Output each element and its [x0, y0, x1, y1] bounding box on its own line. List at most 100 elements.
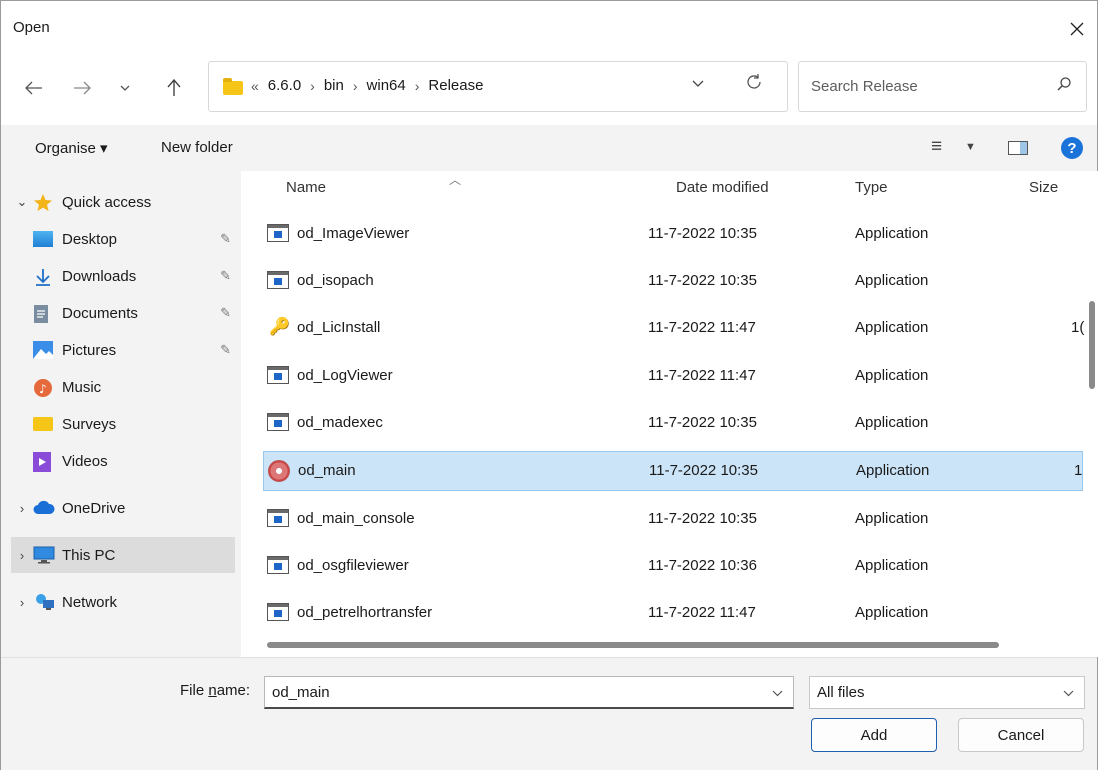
chevron-down-icon[interactable]: ⌄ [11, 194, 33, 210]
help-icon[interactable]: ? [1061, 137, 1083, 159]
file-name: od_ImageViewer [297, 225, 410, 242]
breadcrumb-separator[interactable]: › [353, 78, 358, 94]
chevron-right-icon[interactable]: › [11, 548, 33, 563]
file-row[interactable]: od_osgfileviewer 11-7-2022 10:36 Applica… [263, 547, 1083, 587]
sort-ascending-icon: ︿ [449, 173, 462, 187]
title-bar: Open [1, 1, 1097, 57]
app-window-icon [267, 224, 289, 242]
sidebar-item-desktop[interactable]: Desktop ✎ [11, 221, 235, 257]
sidebar-item-this-pc[interactable]: › This PC [11, 537, 235, 573]
file-name: od_main_console [297, 510, 415, 527]
chevron-down-icon[interactable] [1063, 686, 1074, 700]
sidebar-item-label: Quick access [62, 193, 152, 211]
app-window-icon [267, 271, 289, 289]
file-date: 11-7-2022 10:35 [648, 510, 757, 527]
file-row[interactable]: od_madexec 11-7-2022 10:35 Application [263, 404, 1083, 444]
file-date: 11-7-2022 10:35 [648, 414, 757, 431]
breadcrumb-separator[interactable]: › [415, 78, 420, 94]
file-name-label: File name: [180, 682, 251, 699]
column-header-type[interactable]: Type [855, 179, 888, 196]
breadcrumb-separator[interactable]: › [310, 78, 315, 94]
file-type: Application [855, 367, 929, 384]
preview-pane-icon[interactable] [1008, 141, 1028, 155]
command-bar: Organise ▾ New folder ≡ ▼ ? [1, 125, 1097, 171]
file-type: Application [855, 272, 929, 289]
file-name: od_petrelhortransfer [297, 604, 433, 621]
back-button[interactable] [17, 71, 51, 105]
star-icon [33, 193, 53, 211]
sidebar-item-pictures[interactable]: Pictures ✎ [11, 332, 235, 368]
column-header-name[interactable]: Name [286, 179, 326, 196]
horizontal-scrollbar[interactable] [267, 642, 999, 648]
breadcrumb-item[interactable]: 6.6.0 [268, 77, 301, 94]
cancel-button[interactable]: Cancel [958, 718, 1084, 752]
sidebar-item-network[interactable]: › Network [11, 584, 235, 620]
file-row[interactable]: 🔑 od_LicInstall 11-7-2022 11:47 Applicat… [263, 309, 1084, 349]
chevron-right-icon[interactable]: › [11, 501, 33, 516]
address-bar[interactable]: « 6.6.0 › bin › win64 › Release [208, 61, 788, 112]
file-date: 11-7-2022 11:47 [648, 604, 756, 621]
file-name: od_LicInstall [297, 319, 381, 336]
breadcrumb-overflow[interactable]: « [251, 78, 259, 94]
file-row[interactable]: od_ImageViewer 11-7-2022 10:35 Applicati… [263, 215, 1083, 255]
breadcrumb-item[interactable]: win64 [367, 77, 406, 94]
file-date: 11-7-2022 10:36 [648, 557, 757, 574]
app-window-icon [267, 509, 289, 527]
sidebar-item-videos[interactable]: Videos [11, 443, 235, 479]
sidebar-item-label: Desktop [62, 230, 118, 248]
file-row[interactable]: od_petrelhortransfer 11-7-2022 11:47 App… [263, 594, 1083, 634]
back-arrow-icon [25, 81, 42, 95]
file-row-selected[interactable]: od_main 11-7-2022 10:35 Application 1 [263, 451, 1083, 491]
sidebar-item-downloads[interactable]: Downloads ✎ [11, 258, 235, 294]
file-name-field[interactable]: od_main [264, 676, 794, 709]
new-folder-button[interactable]: New folder [161, 139, 233, 156]
dialog-footer: File name: od_main All files Add Cancel [1, 657, 1097, 770]
chevron-right-icon[interactable]: › [11, 595, 33, 610]
vertical-scrollbar[interactable] [1089, 301, 1095, 389]
search-box [798, 61, 1087, 112]
pin-icon[interactable]: ✎ [220, 342, 231, 358]
refresh-button[interactable] [745, 71, 763, 97]
sidebar-item-documents[interactable]: Documents ✎ [11, 295, 235, 331]
search-input[interactable] [811, 78, 1041, 95]
app-window-icon [267, 556, 289, 574]
videos-icon [33, 452, 53, 472]
pin-icon[interactable]: ✎ [220, 231, 231, 247]
file-row[interactable]: od_main_console 11-7-2022 10:35 Applicat… [263, 500, 1083, 540]
close-button[interactable] [1057, 9, 1097, 49]
file-name: od_main [298, 462, 356, 479]
forward-button[interactable] [65, 71, 99, 105]
file-row[interactable]: od_isopach 11-7-2022 10:35 Application [263, 262, 1083, 302]
organise-menu[interactable]: Organise ▾ [35, 139, 108, 157]
recent-locations-button[interactable] [108, 71, 142, 105]
sidebar-item-onedrive[interactable]: › OneDrive [11, 490, 235, 526]
file-date: 11-7-2022 11:47 [648, 319, 756, 336]
chevron-down-icon[interactable] [772, 686, 783, 700]
address-history-button[interactable] [692, 75, 704, 92]
up-button[interactable] [157, 71, 191, 105]
file-row[interactable]: od_LogViewer 11-7-2022 11:47 Application [263, 357, 1083, 397]
sidebar-item-surveys[interactable]: Surveys [11, 406, 235, 442]
app-window-icon [267, 603, 289, 621]
caret-down-icon[interactable]: ▼ [965, 141, 976, 153]
file-date: 11-7-2022 10:35 [648, 272, 757, 289]
file-type: Application [856, 462, 930, 479]
breadcrumb-item[interactable]: Release [428, 77, 483, 94]
view-options-icon[interactable]: ≡ [931, 136, 942, 158]
disc-icon [268, 460, 290, 482]
column-header-size[interactable]: Size [1029, 179, 1058, 196]
file-type: Application [855, 557, 929, 574]
pin-icon[interactable]: ✎ [220, 268, 231, 284]
sidebar-item-music[interactable]: ♪ Music [11, 369, 235, 405]
sidebar-item-label: Downloads [62, 267, 137, 285]
navigation-pane: ⌄ Quick access Desktop ✎ Downloads ✎ Doc… [1, 171, 241, 657]
file-type-select[interactable]: All files [809, 676, 1085, 709]
pin-icon[interactable]: ✎ [220, 305, 231, 321]
refresh-icon [747, 74, 761, 89]
breadcrumb-item[interactable]: bin [324, 77, 344, 94]
sidebar-item-quick-access[interactable]: ⌄ Quick access [11, 184, 235, 220]
window-title: Open [13, 19, 50, 36]
search-icon[interactable] [1056, 76, 1072, 96]
add-button[interactable]: Add [811, 718, 937, 752]
column-header-date-modified[interactable]: Date modified [676, 179, 769, 196]
